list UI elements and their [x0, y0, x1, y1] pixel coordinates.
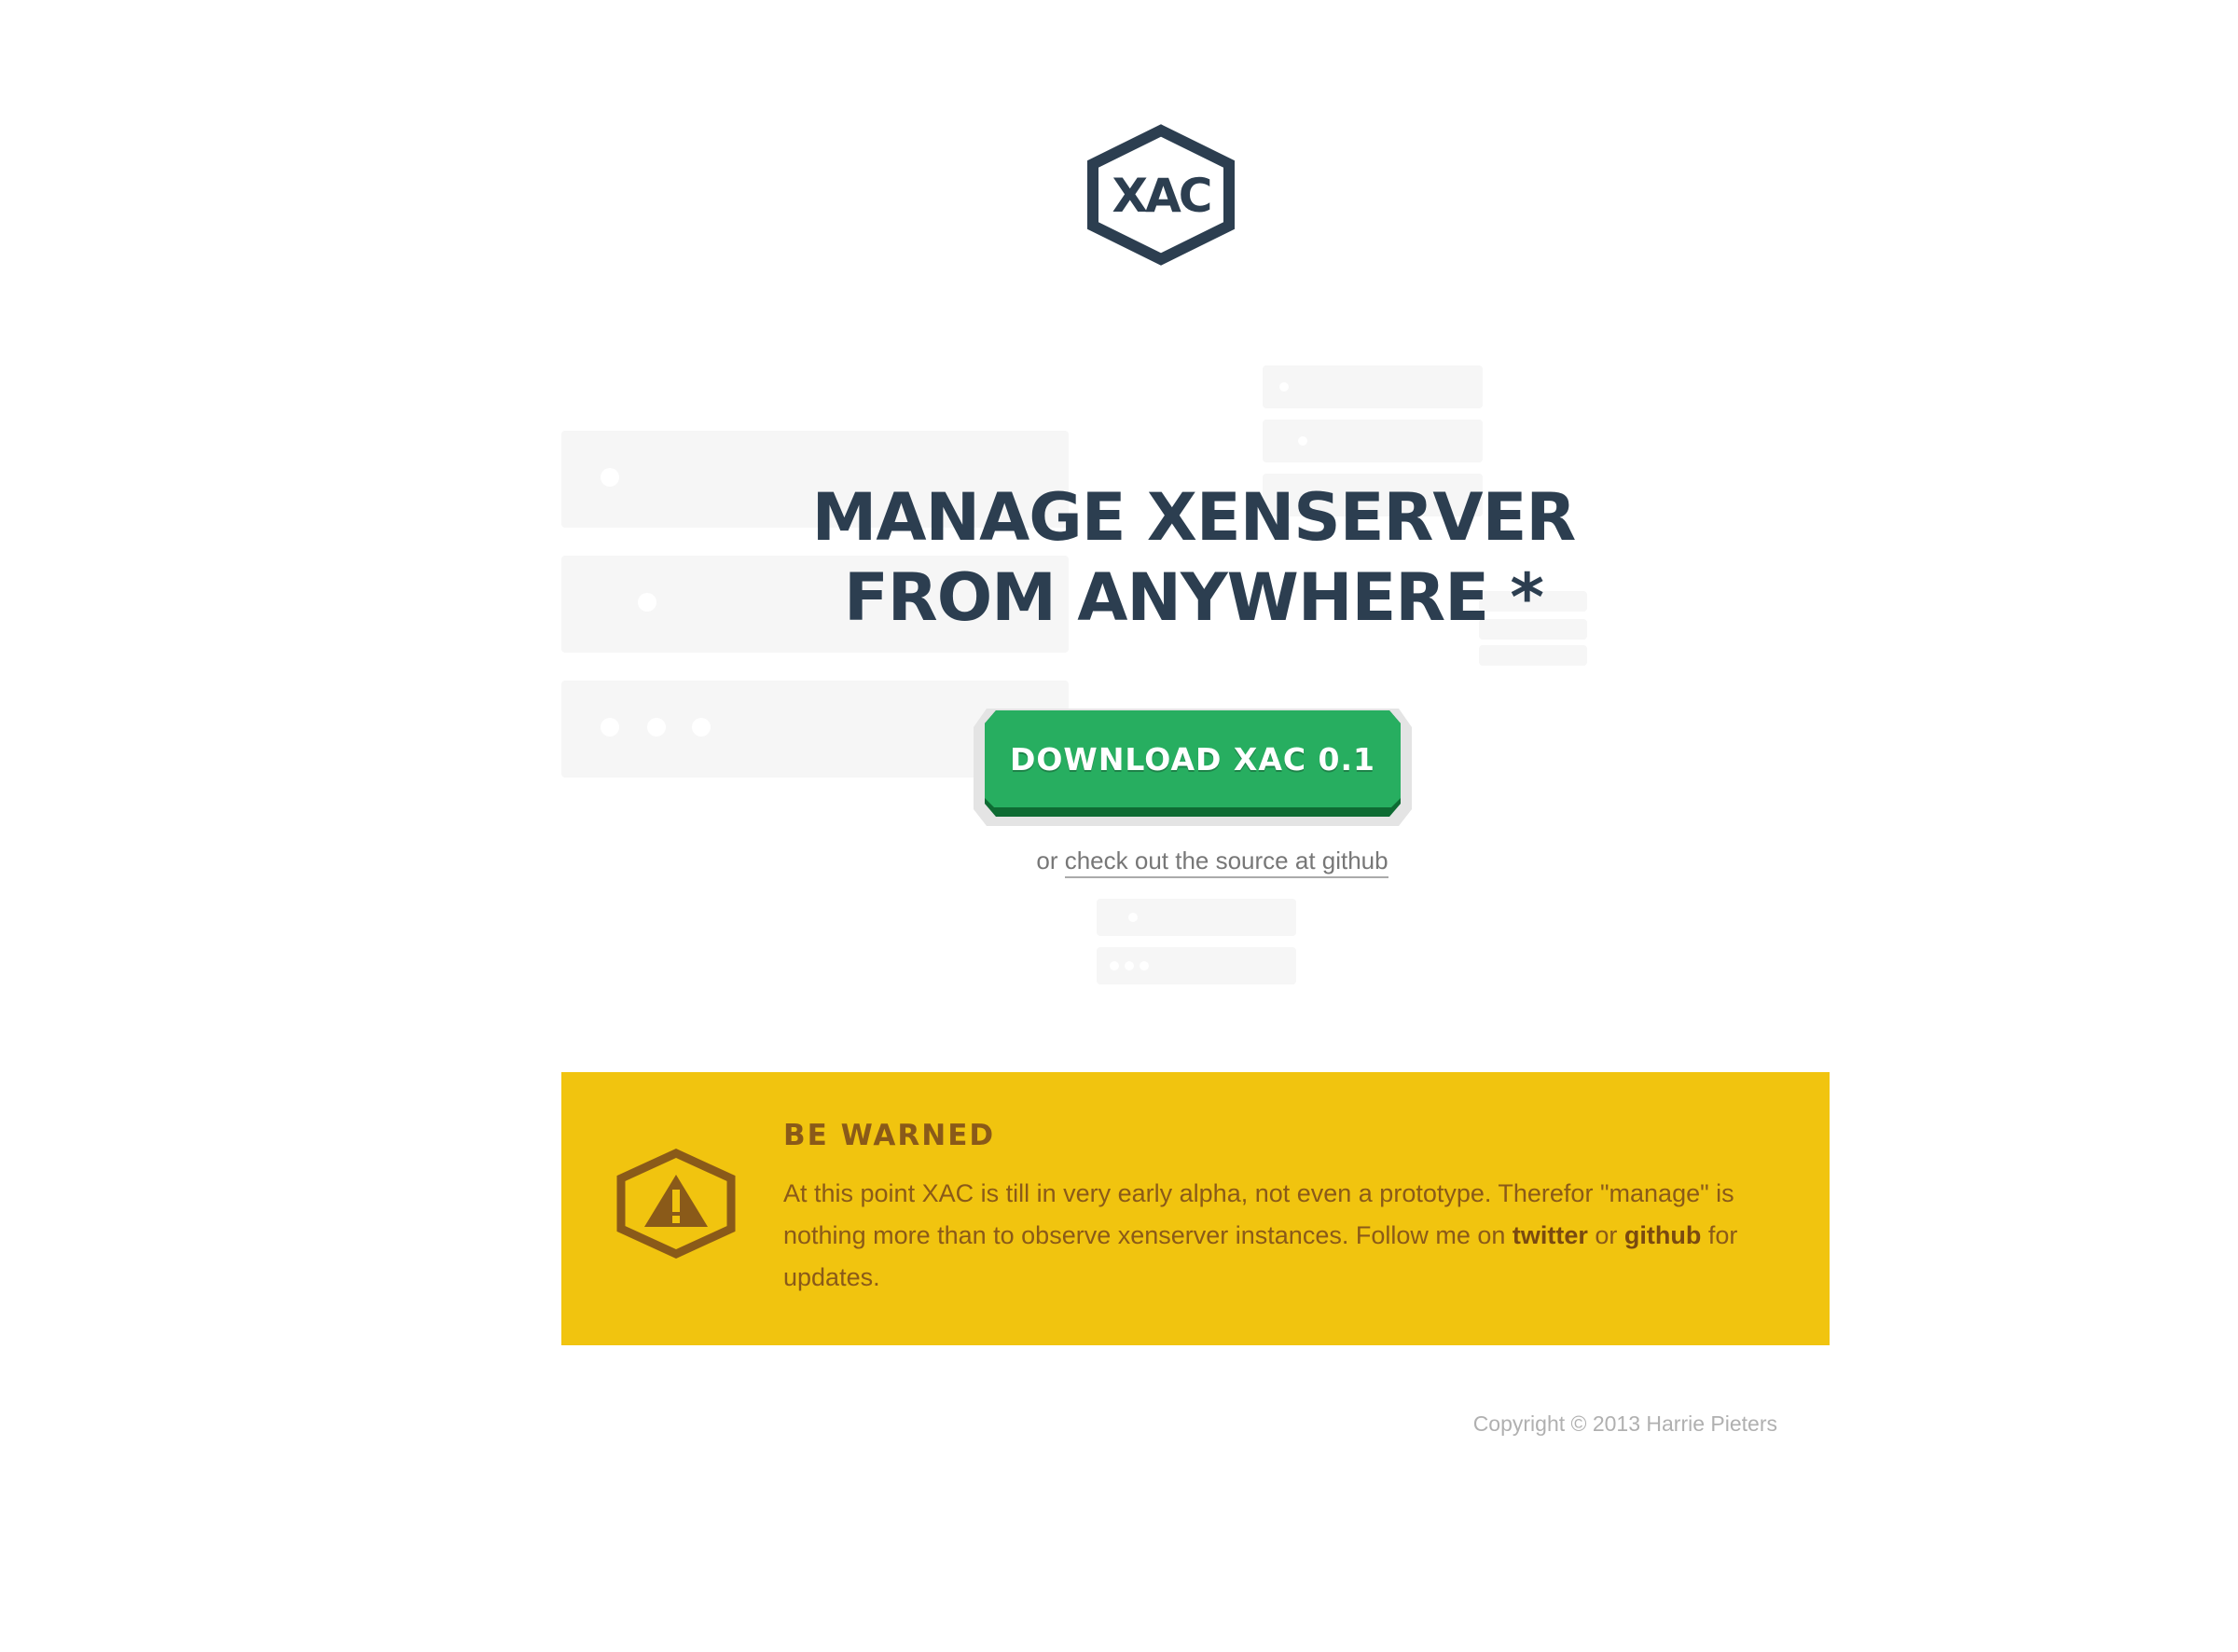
github-source-link[interactable]: check out the source at github [1064, 847, 1388, 878]
source-prefix: or [1036, 847, 1065, 874]
server-rack-block-small [1097, 947, 1296, 984]
warning-message: At this point XAC is till in very early … [783, 1173, 1753, 1299]
download-button-label: DOWNLOAD XAC 0.1 [1009, 740, 1376, 778]
page: XAC MANAGE XENSERVER FROM ANYWHERE * DOW… [0, 0, 2238, 1652]
headline-line-2: FROM ANYWHERE * [843, 559, 1544, 636]
download-button-face[interactable]: DOWNLOAD XAC 0.1 [985, 710, 1401, 807]
warning-panel: BE WARNED At this point XAC is till in v… [561, 1072, 1830, 1345]
github-link[interactable]: github [1624, 1221, 1701, 1249]
page-headline: MANAGE XENSERVER FROM ANYWHERE * [746, 477, 1641, 638]
warning-text-part-2: or [1587, 1221, 1624, 1249]
server-rack-block-small [1097, 899, 1296, 936]
server-rack-block-small [1263, 420, 1483, 462]
warning-hexagon-icon [615, 1149, 737, 1259]
hexagon-logo-icon: XAC [1087, 124, 1235, 266]
logo-text: XAC [1112, 169, 1210, 223]
copyright-text: Copyright © 2013 Harrie Pieters [1472, 1411, 1777, 1436]
headline-line-1: MANAGE XENSERVER [811, 479, 1577, 556]
server-rack-block-tiny [1479, 645, 1587, 666]
warning-title: BE WARNED [783, 1119, 996, 1152]
source-line: or check out the source at github [932, 847, 1492, 878]
twitter-link[interactable]: twitter [1513, 1221, 1588, 1249]
download-button[interactable]: DOWNLOAD XAC 0.1 [985, 710, 1401, 817]
server-rack-block-small [1263, 365, 1483, 408]
xac-logo[interactable]: XAC [1082, 123, 1240, 267]
